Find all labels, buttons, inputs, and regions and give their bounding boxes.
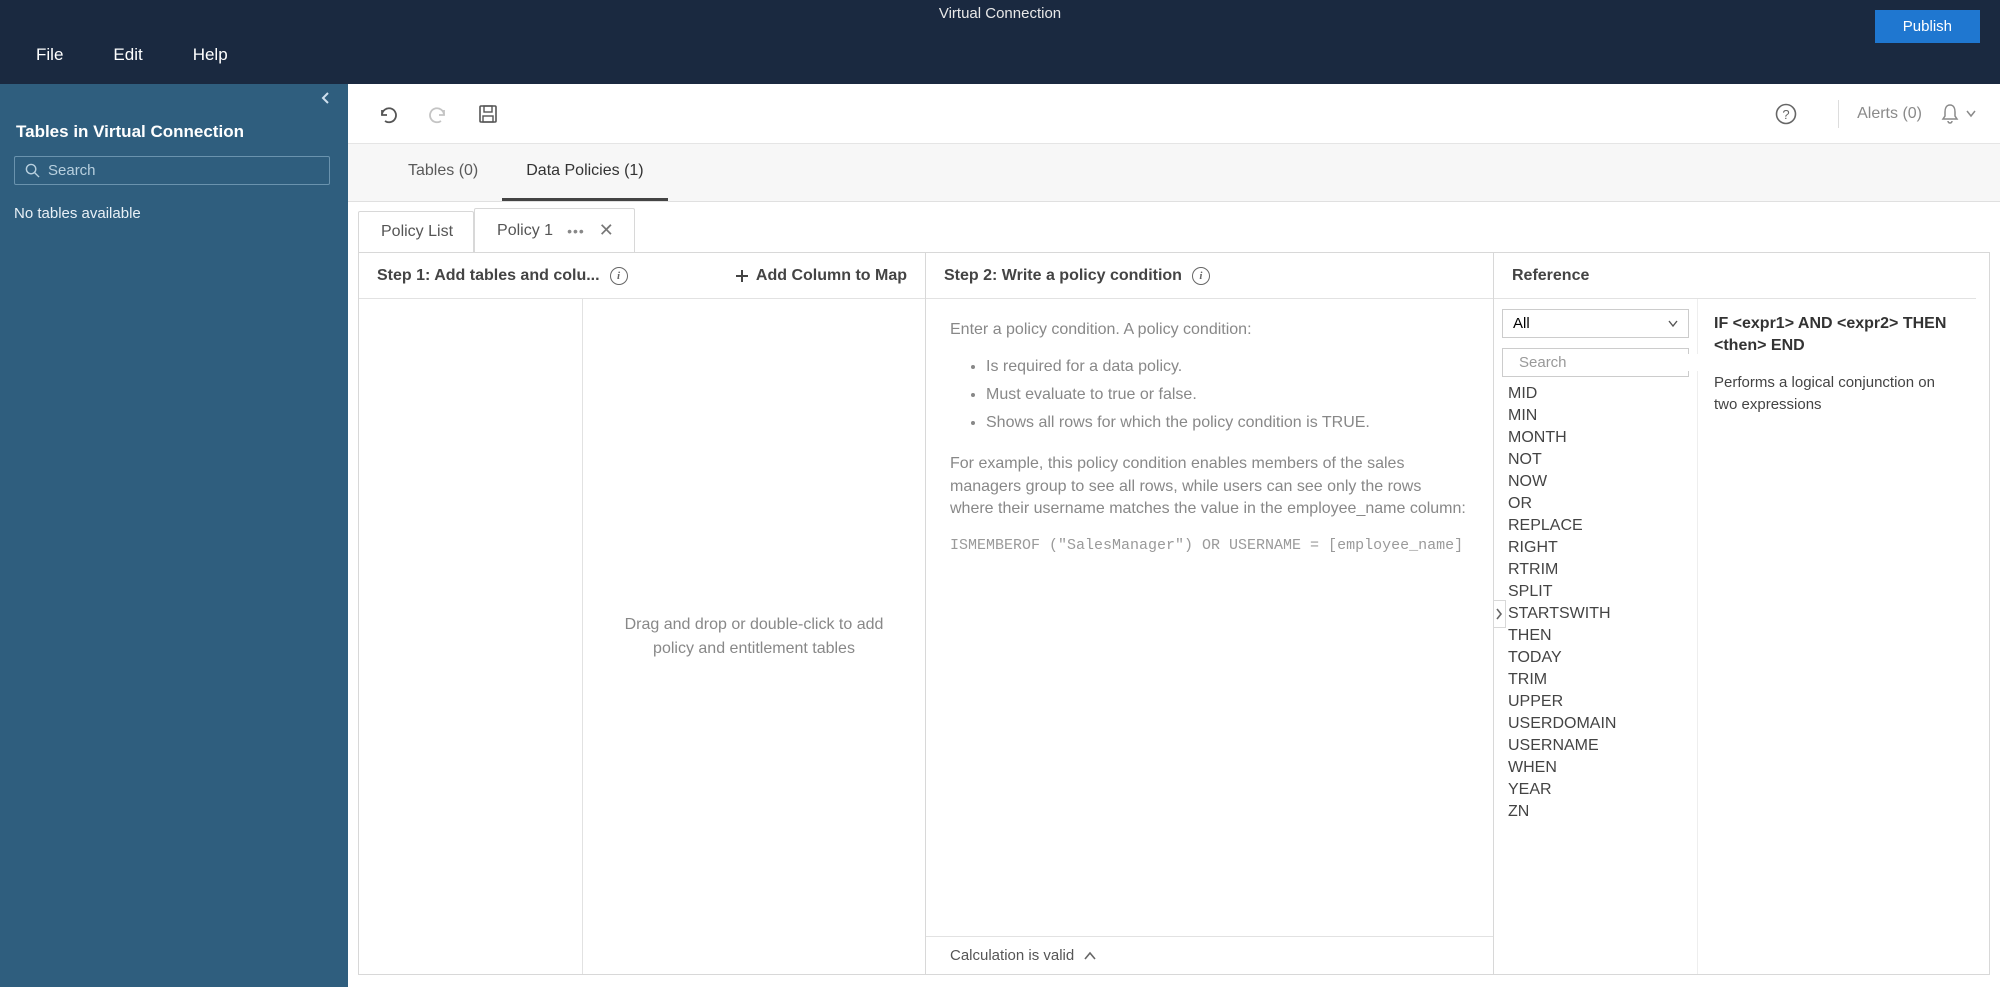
undo-button[interactable] bbox=[372, 98, 404, 130]
function-search[interactable] bbox=[1502, 348, 1689, 377]
step2-example-code: ISMEMBEROF ("SalesManager") OR USERNAME … bbox=[950, 535, 1469, 558]
function-syntax: IF <expr1> AND <expr2> THEN <then> END bbox=[1714, 313, 1960, 358]
help-button[interactable]: ? bbox=[1770, 98, 1802, 130]
plus-icon bbox=[734, 268, 750, 284]
add-column-label: Add Column to Map bbox=[756, 267, 907, 285]
policy-1-label: Policy 1 bbox=[497, 222, 553, 240]
function-item[interactable]: SPLIT bbox=[1502, 581, 1687, 603]
app-title: Virtual Connection bbox=[939, 5, 1061, 22]
redo-button[interactable] bbox=[422, 98, 454, 130]
function-item[interactable]: MIN bbox=[1502, 405, 1687, 427]
policy-list-label: Policy List bbox=[381, 223, 453, 241]
tab-tables[interactable]: Tables (0) bbox=[384, 144, 502, 201]
function-list[interactable]: MIDMINMONTHNOTNOWORREPLACERIGHTRTRIMSPLI… bbox=[1502, 383, 1689, 974]
sidebar-search[interactable] bbox=[14, 156, 330, 185]
chevron-down-icon bbox=[1668, 320, 1678, 328]
step1-title: Step 1: Add tables and colu... bbox=[377, 267, 600, 285]
function-filter-select[interactable]: All bbox=[1502, 309, 1689, 338]
function-item[interactable]: WHEN bbox=[1502, 757, 1687, 779]
step2-bullets: Is required for a data policy. Must eval… bbox=[986, 355, 1469, 435]
function-item[interactable]: REPLACE bbox=[1502, 515, 1687, 537]
svg-text:?: ? bbox=[1782, 107, 1789, 122]
redo-icon bbox=[427, 103, 449, 125]
function-filter-value: All bbox=[1513, 315, 1530, 332]
info-icon[interactable]: i bbox=[610, 267, 628, 285]
step1-table-list[interactable] bbox=[359, 299, 583, 974]
chevron-down-icon bbox=[1966, 110, 1976, 118]
help-icon: ? bbox=[1775, 103, 1797, 125]
step1-pane: Step 1: Add tables and colu... i Add Col… bbox=[359, 253, 926, 974]
step1-drop-hint: Drag and drop or double-click to add pol… bbox=[613, 613, 895, 661]
search-icon bbox=[25, 163, 40, 178]
add-column-button[interactable]: Add Column to Map bbox=[734, 267, 907, 285]
chevron-up-icon[interactable] bbox=[1084, 951, 1096, 961]
sidebar-search-input[interactable] bbox=[48, 162, 319, 179]
function-item[interactable]: NOW bbox=[1502, 471, 1687, 493]
policy-tab-menu-icon[interactable]: ••• bbox=[567, 223, 585, 239]
chevron-right-icon bbox=[1495, 607, 1503, 621]
sidebar-heading: Tables in Virtual Connection bbox=[16, 122, 330, 142]
function-description: Performs a logical conjunction on two ex… bbox=[1714, 372, 1960, 417]
menu-help[interactable]: Help bbox=[193, 45, 228, 65]
sidebar-collapse-button[interactable] bbox=[314, 86, 338, 110]
function-item[interactable]: THEN bbox=[1502, 625, 1687, 647]
reference-pane: Reference All MIDMINMONTHNOTNOWORREPLACE… bbox=[1494, 253, 1976, 974]
function-item[interactable]: RTRIM bbox=[1502, 559, 1687, 581]
function-item[interactable]: MONTH bbox=[1502, 427, 1687, 449]
save-button[interactable] bbox=[472, 98, 504, 130]
step1-drop-zone[interactable]: Drag and drop or double-click to add pol… bbox=[583, 299, 925, 974]
step2-intro: Enter a policy condition. A policy condi… bbox=[950, 319, 1469, 341]
policy-condition-editor[interactable]: Enter a policy condition. A policy condi… bbox=[926, 299, 1493, 936]
step2-example-intro: For example, this policy condition enabl… bbox=[950, 453, 1469, 520]
function-item[interactable]: UPPER bbox=[1502, 691, 1687, 713]
function-item[interactable]: TRIM bbox=[1502, 669, 1687, 691]
function-search-input[interactable] bbox=[1519, 354, 1718, 371]
tab-data-policies[interactable]: Data Policies (1) bbox=[502, 144, 667, 201]
step2-bullet: Is required for a data policy. bbox=[986, 355, 1469, 379]
sidebar-empty-msg: No tables available bbox=[14, 205, 330, 222]
function-item[interactable]: ZN bbox=[1502, 801, 1687, 823]
save-icon bbox=[477, 103, 499, 125]
function-item[interactable]: RIGHT bbox=[1502, 537, 1687, 559]
step2-title: Step 2: Write a policy condition bbox=[944, 267, 1182, 285]
menu-edit[interactable]: Edit bbox=[113, 45, 142, 65]
left-sidebar: Tables in Virtual Connection No tables a… bbox=[0, 84, 348, 987]
notifications-button[interactable] bbox=[1940, 103, 1976, 125]
bell-icon bbox=[1940, 103, 1960, 125]
expand-handle[interactable] bbox=[1494, 600, 1506, 628]
info-icon[interactable]: i bbox=[1192, 267, 1210, 285]
policy-list-tab[interactable]: Policy List bbox=[358, 211, 474, 252]
function-item[interactable]: NOT bbox=[1502, 449, 1687, 471]
function-item[interactable]: OR bbox=[1502, 493, 1687, 515]
function-item[interactable]: USERDOMAIN bbox=[1502, 713, 1687, 735]
calc-status: Calculation is valid bbox=[950, 947, 1074, 964]
step2-bullet: Shows all rows for which the policy cond… bbox=[986, 411, 1469, 435]
close-icon[interactable]: ✕ bbox=[599, 220, 614, 241]
step2-bullet: Must evaluate to true or false. bbox=[986, 383, 1469, 407]
function-item[interactable]: TODAY bbox=[1502, 647, 1687, 669]
step2-pane: Step 2: Write a policy condition i Enter… bbox=[926, 253, 1494, 974]
alerts-label[interactable]: Alerts (0) bbox=[1857, 105, 1922, 123]
policy-1-tab[interactable]: Policy 1 ••• ✕ bbox=[474, 208, 635, 252]
function-item[interactable]: STARTSWITH bbox=[1502, 603, 1687, 625]
function-item[interactable]: YEAR bbox=[1502, 779, 1687, 801]
undo-icon bbox=[377, 103, 399, 125]
reference-title: Reference bbox=[1512, 267, 1589, 285]
menu-file[interactable]: File bbox=[36, 45, 63, 65]
function-item[interactable]: USERNAME bbox=[1502, 735, 1687, 757]
function-item[interactable]: MID bbox=[1502, 383, 1687, 405]
